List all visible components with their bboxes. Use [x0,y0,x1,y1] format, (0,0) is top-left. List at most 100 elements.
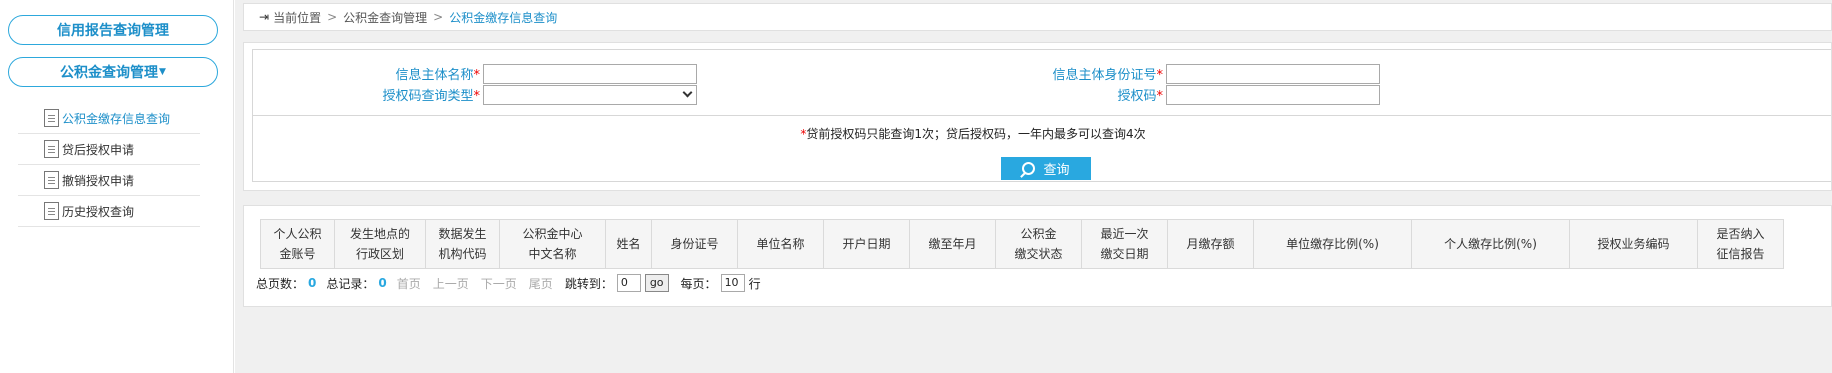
sidebar: 信用报告查询管理 公积金查询管理 ▼ 公积金缴存信息查询 贷后授权申请 撤销授权申… [0,0,234,373]
submenu-item-label: 撤销授权申请 [62,173,135,188]
per-page-input[interactable]: 10 [720,274,745,292]
header-line: 征信报告 [1716,247,1765,261]
name-label: 信息主体名称* [333,64,480,83]
id-number-input[interactable] [1166,64,1380,84]
submenu: 公积金缴存信息查询 贷后授权申请 撤销授权申请 历史授权查询 [18,103,200,227]
submenu-item-label: 历史授权查询 [62,204,135,219]
submenu-item-label: 公积金缴存信息查询 [62,111,171,126]
header-line: 缴交状态 [1014,247,1063,261]
search-button-label: 查询 [1043,163,1070,178]
column-header: 最近一次 缴交日期 [1081,219,1168,269]
exit-door-icon: ⇥ [259,10,270,24]
column-header: 个人公积 金账号 [260,219,335,269]
go-button[interactable]: go [644,274,669,292]
total-pages-label: 总页数： [256,276,305,291]
notice-message: 贷前授权码只能查询1次；贷后授权码，一年内最多可以查询4次 [806,127,1146,141]
document-icon [44,202,59,220]
document-icon [44,109,59,127]
header-line: 行政区划 [355,247,404,261]
name-input[interactable] [483,64,697,84]
header-line: 个人缴存比例(%) [1444,237,1537,251]
submenu-item-post-loan-auth[interactable]: 贷后授权申请 [18,134,200,165]
required-mark: * [1156,89,1164,104]
chevron-down-icon [682,87,693,98]
column-header: 月缴存额 [1167,219,1254,269]
header-line: 单位名称 [756,237,805,251]
id-label-text: 信息主体身份证号 [1052,68,1157,83]
name-label-text: 信息主体名称 [395,68,474,83]
code-label: 授权码* [893,85,1163,104]
column-header: 发生地点的 行政区划 [334,219,426,269]
result-table: 个人公积 金账号 发生地点的 行政区划 数据发生 机构代码 公积金中心 中文名称 姓名 … [260,219,1784,269]
header-line: 中文名称 [528,247,577,261]
type-label: 授权码查询类型* [333,85,480,104]
jump-page-input[interactable]: 0 [616,274,641,292]
breadcrumb-current[interactable]: 公积金缴存信息查询 [449,9,557,26]
next-page-link[interactable]: 下一页 [481,275,517,292]
document-icon [44,171,59,189]
per-page-label: 每页： [680,276,717,291]
header-line: 最近一次 [1100,227,1149,241]
header-line: 姓名 [616,237,641,251]
required-mark: * [1156,68,1164,83]
menu-fund-query[interactable]: 公积金查询管理 ▼ [8,57,218,87]
per-page-unit: 行 [748,276,761,291]
submenu-item-revoke-auth[interactable]: 撤销授权申请 [18,165,200,196]
header-line: 授权业务编码 [1597,237,1670,251]
header-line: 数据发生 [438,227,487,241]
pagination: 总页数： 0 总记录： 0 首页 上一页 下一页 尾页 跳转到： 0 go 每页… [256,274,761,292]
submenu-item-fund-deposit[interactable]: 公积金缴存信息查询 [18,103,200,134]
menu-credit-report-label: 信用报告查询管理 [57,23,169,39]
required-mark: * [473,89,481,104]
column-header: 是否纳入 征信报告 [1697,219,1784,269]
header-line: 身份证号 [670,237,719,251]
header-line: 缴至年月 [928,237,977,251]
header-line: 月缴存额 [1186,237,1235,251]
prev-page-link[interactable]: 上一页 [433,275,469,292]
submenu-item-history-auth[interactable]: 历史授权查询 [18,196,200,227]
last-page-link[interactable]: 尾页 [529,275,553,292]
header-line: 公积金中心 [522,227,583,241]
column-header: 身份证号 [651,219,738,269]
header-line: 金账号 [279,247,316,261]
magnifier-icon [1022,162,1036,175]
document-icon [44,140,59,158]
total-records-label: 总记录： [326,276,375,291]
type-label-text: 授权码查询类型 [382,89,474,104]
column-header: 开户日期 [823,219,910,269]
required-mark: * [473,68,481,83]
header-line: 发生地点的 [349,227,410,241]
header-line: 个人公积 [273,227,322,241]
menu-credit-report[interactable]: 信用报告查询管理 [8,15,218,45]
breadcrumb-separator: > [433,10,444,24]
header-line: 单位缴存比例(%) [1286,237,1379,251]
auth-type-select[interactable] [483,85,697,105]
first-page-link[interactable]: 首页 [397,275,421,292]
menu-fund-query-label: 公积金查询管理 [60,65,159,81]
column-header: 授权业务编码 [1569,219,1698,269]
column-header: 公积金中心 中文名称 [499,219,606,269]
table-header-row: 个人公积 金账号 发生地点的 行政区划 数据发生 机构代码 公积金中心 中文名称 姓名 … [260,219,1784,269]
column-header: 数据发生 机构代码 [425,219,500,269]
column-header: 单位名称 [737,219,824,269]
breadcrumb: ⇥ 当前位置 > 公积金查询管理 > 公积金缴存信息查询 [243,3,1832,31]
header-line: 是否纳入 [1716,227,1765,241]
column-header: 个人缴存比例(%) [1411,219,1570,269]
header-line: 开户日期 [842,237,891,251]
breadcrumb-separator: > [327,10,338,24]
column-header: 公积金 缴交状态 [995,219,1082,269]
header-line: 公积金 [1020,227,1057,241]
total-records-value: 0 [378,276,387,290]
id-label: 信息主体身份证号* [893,64,1163,83]
breadcrumb-level1[interactable]: 公积金查询管理 [343,9,427,26]
search-button[interactable]: 查询 [1001,157,1091,180]
query-form: 信息主体名称* 信息主体身份证号* 授权码查询类型* 授权码* *贷前授权码只能… [252,49,1831,182]
jump-label: 跳转到： [564,276,613,291]
auth-code-input[interactable] [1166,85,1380,105]
column-header: 缴至年月 [909,219,996,269]
query-panel: 信息主体名称* 信息主体身份证号* 授权码查询类型* 授权码* *贷前授权码只能… [243,42,1832,191]
header-line: 缴交日期 [1100,247,1149,261]
result-panel: 个人公积 金账号 发生地点的 行政区划 数据发生 机构代码 公积金中心 中文名称 姓名 … [243,205,1832,307]
main-content: ⇥ 当前位置 > 公积金查询管理 > 公积金缴存信息查询 信息主体名称* 信息主… [235,0,1832,373]
total-pages-value: 0 [308,276,317,290]
